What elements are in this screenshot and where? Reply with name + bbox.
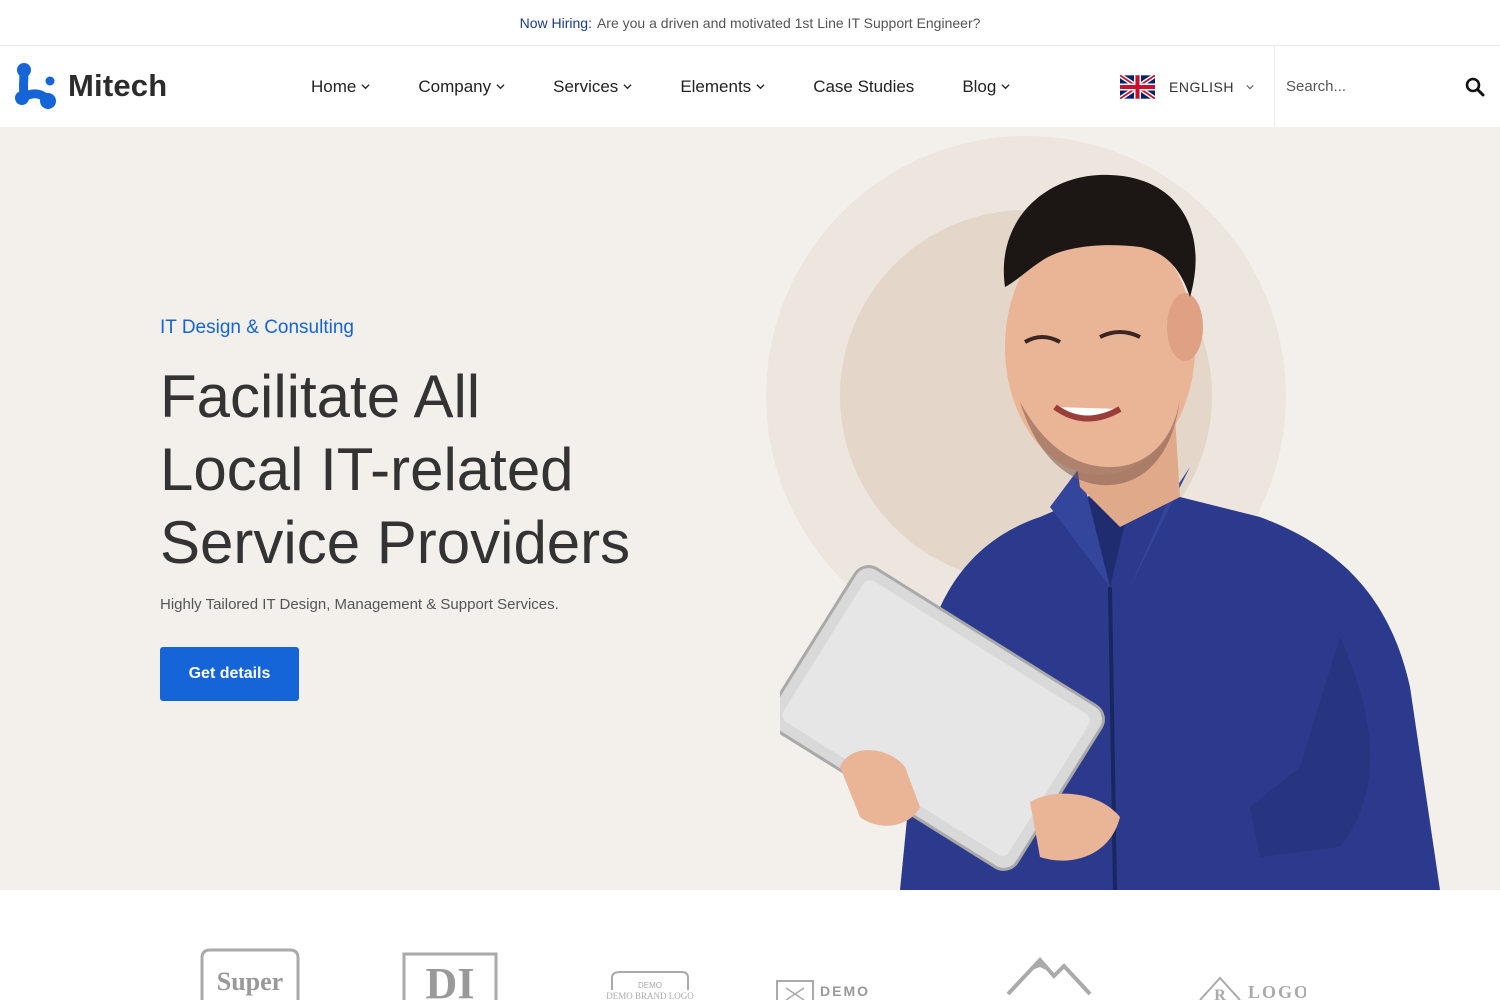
language-switcher[interactable]: ENGLISH (1120, 46, 1254, 127)
brand-logo-demo-brand: DEMO DEMO BRAND LOGO (606, 971, 694, 1000)
site-header: Mitech Home Company Services Elements Ca… (0, 46, 1500, 127)
chevron-down-icon (756, 84, 765, 90)
language-label: ENGLISH (1169, 78, 1234, 95)
uk-flag-icon (1120, 74, 1155, 99)
nav-label: Case Studies (813, 76, 915, 96)
nav-label: Elements (680, 76, 752, 96)
nav-label: Blog (962, 76, 997, 96)
announcement-highlight[interactable]: Now Hiring: (520, 15, 592, 31)
headline-line: Facilitate All (160, 363, 481, 430)
hero-subtext: Highly Tailored IT Design, Management & … (160, 596, 559, 613)
hero-person-image (780, 174, 1440, 890)
nav-item-company[interactable]: Company (418, 77, 505, 97)
hero-headline: Facilitate All Local IT-related Service … (160, 360, 760, 579)
brand-logo-text: DEMO BRAND LOGO (606, 991, 694, 1000)
nav-item-home[interactable]: Home (311, 77, 370, 97)
brand-logo-text: DI (426, 959, 475, 1000)
brand-logo-text: DEMO (820, 983, 870, 999)
nav-label: Services (553, 76, 619, 96)
svg-text:R: R (1214, 987, 1226, 1000)
announcement-bar: Now Hiring: Are you a driven and motivat… (0, 0, 1500, 46)
chevron-down-icon (1001, 84, 1010, 90)
hero-section: IT Design & Consulting Facilitate All Lo… (0, 127, 1500, 890)
brand-logo-super: Super (200, 948, 300, 1000)
brand-logo-mountain (1006, 957, 1092, 996)
site-logo[interactable]: Mitech (14, 62, 167, 110)
brand-logos: Super DI DEMO DEMO BRAND LOGO DEMO R LOG… (0, 890, 1500, 1000)
search-box (1274, 46, 1500, 127)
nav-item-services[interactable]: Services (553, 77, 632, 97)
brand-logo-di: DI (402, 952, 498, 1000)
nav-item-case-studies[interactable]: Case Studies (813, 77, 914, 97)
announcement-text[interactable]: Are you a driven and motivated 1st Line … (597, 15, 980, 31)
search-input[interactable] (1286, 78, 1446, 95)
brand-logo-text: LOGO (1248, 982, 1306, 1000)
nav-item-blog[interactable]: Blog (962, 77, 1010, 97)
nav-label: Home (311, 76, 357, 96)
brand-logo-demo: DEMO (776, 980, 870, 1000)
nav-label: Company (418, 76, 492, 96)
search-icon[interactable] (1465, 77, 1485, 97)
brand-logo-text: Super (217, 967, 283, 996)
chevron-down-icon (623, 84, 632, 90)
hero-eyebrow: IT Design & Consulting (160, 317, 354, 338)
chevron-down-icon (361, 84, 370, 90)
logo-text: Mitech (68, 68, 168, 103)
headline-line: Service Providers (160, 509, 631, 576)
chevron-down-icon (1246, 84, 1254, 89)
logo-mark-icon (15, 63, 56, 109)
brand-logo-text: DEMO (638, 981, 662, 990)
main-nav: Home Company Services Elements Case Stud… (311, 46, 1058, 127)
chevron-down-icon (496, 84, 505, 90)
nav-item-elements[interactable]: Elements (680, 77, 765, 97)
brand-logo-r-logo: R LOGO (1199, 976, 1306, 1000)
get-details-button[interactable]: Get details (160, 647, 299, 701)
headline-line: Local IT-related (160, 436, 574, 503)
